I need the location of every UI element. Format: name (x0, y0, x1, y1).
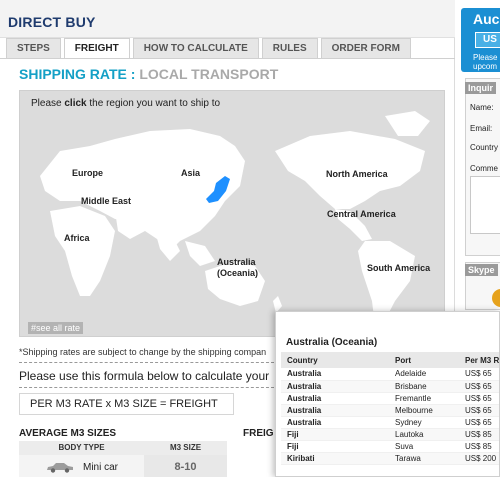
table-row: Mini car 8-10 (19, 455, 227, 477)
divider (19, 362, 274, 363)
region-africa[interactable]: Africa (64, 233, 90, 243)
table-row: Australia Melbourne US$ 65 (281, 404, 499, 417)
table-row: Australia Adelaide US$ 65 (281, 368, 499, 381)
column-header-m3-size: M3 SIZE (169, 443, 202, 452)
country-cell: Australia (281, 416, 389, 429)
map-instruction-text-end: the region you want to ship to (86, 98, 221, 109)
table-row: Australia Fremantle US$ 65 (281, 392, 499, 405)
country-cell: Fiji (281, 440, 389, 453)
map-instruction-emphasis: click (64, 98, 87, 109)
column-header-country: Country (281, 352, 389, 368)
column-header-body-type: BODY TYPE (58, 443, 105, 452)
body-type-label: Mini car (82, 461, 118, 473)
heading-sub: LOCAL TRANSPORT (139, 66, 279, 82)
see-all-rate-link[interactable]: #see all rate (28, 322, 84, 334)
table-header: Country Port Per M3 R (281, 352, 499, 368)
freight-title: FREIG (243, 428, 274, 439)
page-title: DIRECT BUY (8, 14, 96, 30)
car-icon (46, 463, 73, 473)
formula-box: PER M3 RATE x M3 SIZE = FREIGHT (19, 393, 234, 415)
auction-title: Auc (473, 11, 500, 27)
tab-freight[interactable]: FREIGHT (63, 38, 130, 58)
rate-popup: Australia (Oceania) Country Port Per M3 … (275, 311, 500, 477)
auction-button[interactable]: US (475, 32, 500, 48)
region-europe[interactable]: Europe (72, 168, 103, 178)
tab-how-to-calculate[interactable]: HOW TO CALCULATE (132, 38, 259, 58)
shipping-rate-note: *Shipping rates are subject to change by… (19, 347, 267, 357)
formula-intro: Please use this formula below to calcula… (19, 369, 270, 383)
heading-main: SHIPPING RATE : (19, 66, 136, 82)
rate-cell: US$ 200 (459, 452, 499, 465)
rate-cell: US$ 65 (459, 416, 499, 429)
table-row: Australia Sydney US$ 65 (281, 416, 499, 429)
average-sizes-title: AVERAGE M3 SIZES (19, 428, 117, 439)
rate-table: Country Port Per M3 R Australia Adelaide U… (281, 352, 499, 465)
tab-steps[interactable]: STEPS (6, 38, 61, 58)
auction-note-line: upcom (473, 62, 498, 71)
comment-label: Comme (470, 164, 499, 173)
table-row: Fiji Suva US$ 85 (281, 440, 499, 453)
rate-cell: US$ 65 (459, 368, 499, 381)
world-map[interactable]: Please click the region you want to ship… (19, 90, 445, 337)
m3-size-value: 8-10 (144, 455, 227, 477)
country-cell: Australia (281, 380, 389, 393)
region-south-america[interactable]: South America (367, 263, 430, 273)
rate-cell: US$ 85 (459, 440, 499, 453)
auction-banner: Auc US Please upcom (461, 8, 500, 72)
country-label: Country (470, 143, 499, 152)
body-type-cell: Mini car (19, 455, 144, 477)
port-cell: Fremantle (389, 392, 459, 405)
region-middle-east[interactable]: Middle East (81, 196, 131, 206)
rate-cell: US$ 65 (459, 404, 499, 417)
inquiry-title: Inquir (465, 82, 496, 94)
region-central-america[interactable]: Central America (327, 209, 396, 219)
country-cell: Australia (281, 392, 389, 405)
table-header: BODY TYPE M3 SIZE (19, 441, 227, 455)
port-cell: Sydney (389, 416, 459, 429)
port-cell: Melbourne (389, 404, 459, 417)
country-cell: Kiribati (281, 452, 389, 465)
map-instruction-text: Please (31, 98, 65, 109)
port-cell: Lautoka (389, 428, 459, 441)
tab-bar: STEPS FREIGHT HOW TO CALCULATE RULES ORD… (6, 38, 414, 58)
tab-divider (0, 58, 455, 59)
rate-cell: US$ 65 (459, 392, 499, 405)
map-instruction: Please click the region you want to ship… (31, 98, 220, 109)
port-cell: Brisbane (389, 380, 459, 393)
region-australia[interactable]: Australia (217, 257, 256, 267)
port-cell: Suva (389, 440, 459, 453)
country-cell: Fiji (281, 428, 389, 441)
section-heading: SHIPPING RATE : LOCAL TRANSPORT (19, 66, 278, 82)
divider (19, 387, 274, 388)
tab-rules[interactable]: RULES (261, 38, 318, 58)
skype-title: Skype (465, 264, 498, 276)
table-row: Fiji Lautoka US$ 85 (281, 428, 499, 441)
comment-field[interactable] (470, 176, 500, 234)
title-bar: DIRECT BUY (0, 0, 455, 38)
port-cell: Tarawa (389, 452, 459, 465)
column-header-rate: Per M3 R (459, 352, 499, 368)
port-cell: Adelaide (389, 368, 459, 381)
country-cell: Australia (281, 368, 389, 381)
region-asia[interactable]: Asia (181, 168, 200, 178)
email-label: Email: (470, 124, 493, 133)
average-sizes-table: BODY TYPE M3 SIZE Mini car 8-10 (19, 441, 227, 477)
popup-title: Australia (Oceania) (286, 337, 378, 348)
auction-note: Please upcom (473, 53, 497, 71)
auction-note-line: Please (473, 53, 498, 62)
region-north-america[interactable]: North America (326, 169, 388, 179)
table-row: Kiribati Tarawa US$ 200 (281, 452, 499, 465)
tab-order-form[interactable]: ORDER FORM (320, 38, 411, 58)
region-oceania[interactable]: (Oceania) (217, 268, 258, 278)
table-row: Australia Brisbane US$ 65 (281, 380, 499, 393)
country-cell: Australia (281, 404, 389, 417)
column-header-port: Port (389, 352, 459, 368)
rate-cell: US$ 85 (459, 428, 499, 441)
rate-cell: US$ 65 (459, 380, 499, 393)
name-label: Name: (470, 103, 494, 112)
